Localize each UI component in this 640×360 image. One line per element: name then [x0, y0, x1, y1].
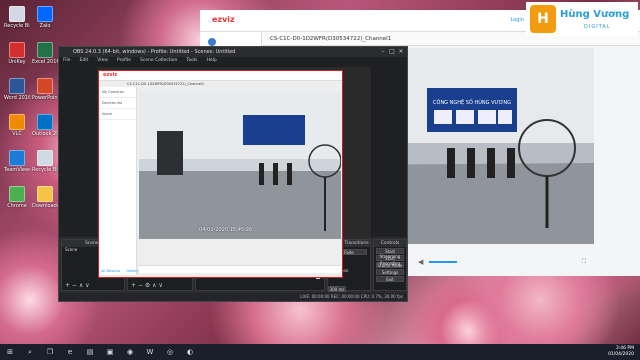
edge-icon[interactable]: e	[62, 346, 78, 358]
menu-item[interactable]: Help	[206, 57, 216, 65]
desktop-icon[interactable]: Recycle Bin	[32, 150, 58, 173]
recycle-bin-icon	[37, 150, 53, 166]
desktop-icon-label: Word 2016	[4, 95, 30, 101]
desktop-icon-label: Recycle Bin	[32, 167, 58, 173]
menu-item[interactable]: Edit	[80, 57, 89, 65]
duration-input[interactable]: 300 ms	[328, 286, 346, 292]
obs-canvas-source[interactable]: ezviz CS-C1C-D0-1D2WFR(D30534722)_Channe…	[98, 70, 343, 278]
menu-item[interactable]: Profile	[117, 57, 131, 65]
login-link[interactable]: Login	[511, 17, 525, 23]
close-button[interactable]: ✕	[397, 48, 405, 56]
control-button[interactable]: Settings	[376, 269, 404, 275]
controls-dock: Controls Start StreamingStart RecordingS…	[373, 239, 407, 291]
control-button[interactable]: Studio Mode	[376, 262, 404, 268]
explorer-icon[interactable]: ▤	[82, 346, 98, 358]
menu-item[interactable]: View	[97, 57, 108, 65]
desktop-icon[interactable]: Zalo	[32, 6, 58, 29]
sources-add-icon[interactable]: + − ⚙ ∧ ∨	[131, 282, 163, 289]
inner-tab[interactable]: All Devices	[101, 269, 120, 273]
inner-playback-bar	[139, 265, 341, 273]
desktop-icon-label: TeamViewer	[4, 167, 30, 173]
start-icon[interactable]: ⊞	[2, 346, 18, 358]
menu-item[interactable]: Tools	[186, 57, 197, 65]
brand-name: Hùng Vương	[560, 9, 630, 20]
controls-title: Controls	[374, 240, 406, 247]
desktop-icon-label: Zalo	[39, 23, 51, 29]
desktop-icon[interactable]: Chrome	[4, 186, 30, 209]
inner-tab[interactable]: Gallery	[126, 269, 138, 273]
inner-ezviz-header: ezviz	[99, 71, 342, 81]
chrome-icon	[9, 186, 25, 202]
teamviewer-icon	[9, 150, 25, 166]
desktop-icon[interactable]: Outlook 2016	[32, 114, 58, 137]
desktop-icon[interactable]: Downloads	[32, 186, 58, 209]
obs-titlebar: OBS 24.0.3 (64-bit, windows) - Profile: …	[59, 47, 407, 57]
taskbar: ⊞ ⌕ ❐ e ▤ ▣ ◉ W ◎ ◐ 3:46 PM 01/04/2020	[0, 344, 640, 360]
desktop-icon-label: Downloads	[32, 203, 58, 209]
inner-sidebar-item[interactable]: My Cameras	[99, 87, 136, 98]
desktop-icon-label: Excel 2016	[32, 59, 58, 65]
recycle-bin-icon	[9, 6, 25, 22]
brand-subtitle: DIGITAL	[584, 24, 611, 30]
chrome-icon[interactable]: ◉	[122, 346, 138, 358]
zalo-icon	[37, 6, 53, 22]
control-button[interactable]: Start Streaming	[376, 248, 404, 259]
unikey-icon	[9, 42, 25, 58]
obs-title: OBS 24.0.3 (64-bit, windows) - Profile: …	[73, 49, 236, 55]
desktop-icon[interactable]: Recycle Bin	[4, 6, 30, 29]
inner-sidebar-item[interactable]: Alarm	[99, 109, 136, 120]
desktop-icon-label: VLC	[12, 131, 22, 137]
desktop-icon-label: Recycle Bin	[4, 23, 30, 29]
word-icon[interactable]: W	[142, 346, 158, 358]
inner-sidebar-item[interactable]: Devices list	[99, 98, 136, 109]
brand-mark-icon: H	[530, 5, 556, 33]
outlook-icon	[37, 114, 53, 130]
menu-item[interactable]: Scene Collection	[140, 57, 177, 65]
task-view-icon[interactable]: ❐	[42, 346, 58, 358]
volume-slider[interactable]	[429, 261, 458, 263]
menu-item[interactable]: File	[63, 57, 71, 65]
powerpoint-icon	[37, 78, 53, 94]
desktop-icon-label: UniKey	[8, 59, 26, 65]
obs-menubar: File Edit View Profile Scene Collection Tools…	[59, 57, 407, 65]
inner-sidebar: My Cameras Devices list Alarm	[99, 87, 137, 275]
user-icon[interactable]	[208, 38, 216, 46]
desktop-icon[interactable]: PowerPoint 2016	[32, 78, 58, 101]
desktop-icon-label: Chrome	[7, 203, 27, 209]
ezviz-video-controls: ◀ ⛶	[410, 256, 594, 268]
ezviz-icon[interactable]: ◐	[182, 346, 198, 358]
word-icon	[9, 78, 25, 94]
inner-video-feed[interactable]: 04-01-2020 15:45:26	[139, 91, 341, 239]
desktop-icon[interactable]: UniKey	[4, 42, 30, 65]
volume-icon[interactable]: ◀	[418, 258, 423, 266]
desktop-icon-label: PowerPoint 2016	[32, 95, 58, 101]
maximize-button[interactable]: □	[388, 48, 396, 56]
vlc-icon	[9, 114, 25, 130]
excel-icon	[37, 42, 53, 58]
store-icon[interactable]: ▣	[102, 346, 118, 358]
desktop-icon[interactable]: Excel 2016	[32, 42, 58, 65]
fullscreen-icon[interactable]: ⛶	[582, 258, 586, 266]
video-sign-text: CÔNG NGHỆ SỐ HÙNG VƯƠNG	[433, 98, 511, 106]
ezviz-logo: ezviz	[212, 15, 235, 24]
desktop-icon-label: Outlook 2016	[32, 131, 58, 137]
folder-icon	[37, 186, 53, 202]
obs-statusbar: LIVE: 00:00:00 REC: 00:00:00 CPU: 0.7%, …	[59, 293, 407, 301]
desktop-icon[interactable]: VLC	[4, 114, 30, 137]
inner-tabs: All Devices Gallery	[101, 269, 139, 273]
desktop-icon[interactable]: TeamViewer	[4, 150, 30, 173]
brand-logo: H Hùng Vương DIGITAL	[526, 2, 638, 36]
control-button[interactable]: Exit	[376, 276, 404, 282]
inner-device-title: CS-C1C-D0-1D2WFR(D30534722)_Channel1	[127, 82, 205, 86]
taskbar-date[interactable]: 01/04/2020	[608, 352, 634, 358]
obs-icon[interactable]: ◎	[162, 346, 178, 358]
desktop-icon[interactable]: Word 2016	[4, 78, 30, 101]
video-timestamp: 04-01-2020 15:45:26	[199, 227, 253, 233]
scenes-add-icon[interactable]: + − ∧ ∨	[65, 282, 90, 289]
minimize-button[interactable]: –	[379, 48, 387, 56]
inner-ezviz-logo: ezviz	[103, 72, 118, 78]
search-icon[interactable]: ⌕	[22, 346, 38, 358]
